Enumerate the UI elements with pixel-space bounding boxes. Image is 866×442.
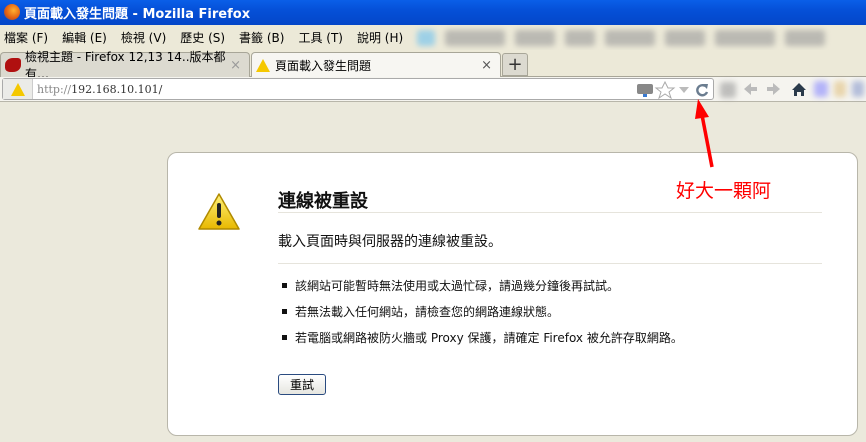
error-description: 載入頁面時與伺服器的連線被重設。 [278, 234, 502, 250]
suggestion-list: 該網站可能暫時無法使用或太過忙碌，請過幾分鐘後再試試。 若無法載入任何網站，請檢… [282, 277, 683, 355]
warning-icon [256, 59, 270, 72]
large-warning-icon [198, 193, 240, 230]
page-info-icon[interactable] [637, 84, 653, 97]
tab-forum[interactable]: 檢視主題 - Firefox 12,13 14..版本都有… × [0, 50, 250, 81]
menu-bar: 檔案 (F) 編輯 (E) 檢視 (V) 歷史 (S) 書籤 (B) 工具 (T… [0, 25, 866, 50]
blurred-toolbar-icon [834, 81, 846, 97]
menu-tools[interactable]: 工具 (T) [298, 29, 343, 46]
menu-edit[interactable]: 編輯 (E) [62, 29, 107, 46]
forward-icon[interactable] [767, 83, 780, 95]
bookmark-star-icon[interactable] [654, 81, 676, 99]
list-item: 該網站可能暫時無法使用或太過忙碌，請過幾分鐘後再試試。 [282, 277, 683, 294]
firefox-logo-icon [4, 4, 20, 20]
tab-label: 頁面載入發生問題 [275, 59, 372, 73]
blurred-toolbar-item [605, 29, 656, 46]
blurred-toolbar-item [515, 29, 556, 46]
tab-error-page[interactable]: 頁面載入發生問題 × [251, 52, 501, 78]
url-text[interactable]: http://192.168.10.101/ [37, 83, 162, 96]
close-tab-icon[interactable]: × [230, 58, 241, 73]
menu-view[interactable]: 檢視 (V) [121, 29, 166, 46]
blurred-toolbar-icon [417, 29, 436, 46]
annotation-arrow [695, 99, 714, 168]
title-bar: 頁面載入發生問題 - Mozilla Firefox [0, 0, 866, 25]
url-bar[interactable]: http://192.168.10.101/ [2, 78, 714, 100]
home-icon[interactable] [792, 83, 806, 96]
list-item: 若電腦或網路被防火牆或 Proxy 保護，請確定 Firefox 被允許存取網路… [282, 329, 683, 346]
blurred-toolbar-item [785, 29, 826, 46]
blurred-toolbar-item [445, 29, 506, 46]
close-tab-icon[interactable]: × [481, 58, 492, 73]
menu-bookmarks[interactable]: 書籤 (B) [239, 29, 284, 46]
blurred-toolbar-icon [814, 81, 828, 97]
window-title: 頁面載入發生問題 - Mozilla Firefox [24, 7, 251, 22]
retry-button[interactable]: 重試 [278, 374, 326, 395]
menu-file[interactable]: 檔案 (F) [4, 29, 48, 46]
site-identity-button[interactable] [3, 79, 33, 99]
menu-help[interactable]: 說明 (H) [357, 29, 403, 46]
divider [278, 212, 822, 213]
blurred-toolbar-item [665, 29, 706, 46]
forum-favicon-icon [5, 58, 21, 72]
warning-icon [10, 82, 25, 96]
annotation-text: 好大一顆阿 [676, 180, 772, 202]
nav-buttons [744, 83, 806, 96]
divider [278, 263, 822, 264]
blurred-toolbar-item [565, 29, 596, 46]
back-icon[interactable] [744, 83, 757, 95]
blurred-toolbar-item [715, 29, 776, 46]
menu-history[interactable]: 歷史 (S) [180, 29, 225, 46]
navigation-bar: http://192.168.10.101/ [0, 77, 866, 102]
blurred-toolbar-icon [852, 81, 864, 97]
list-item: 若無法載入任何網站，請檢查您的網路連線狀態。 [282, 303, 683, 320]
tab-bar: 檢視主題 - Firefox 12,13 14..版本都有… × 頁面載入發生問… [0, 50, 866, 81]
error-title: 連線被重設 [278, 191, 368, 212]
history-dropdown-icon[interactable] [679, 87, 689, 93]
new-tab-button[interactable]: + [502, 53, 528, 76]
